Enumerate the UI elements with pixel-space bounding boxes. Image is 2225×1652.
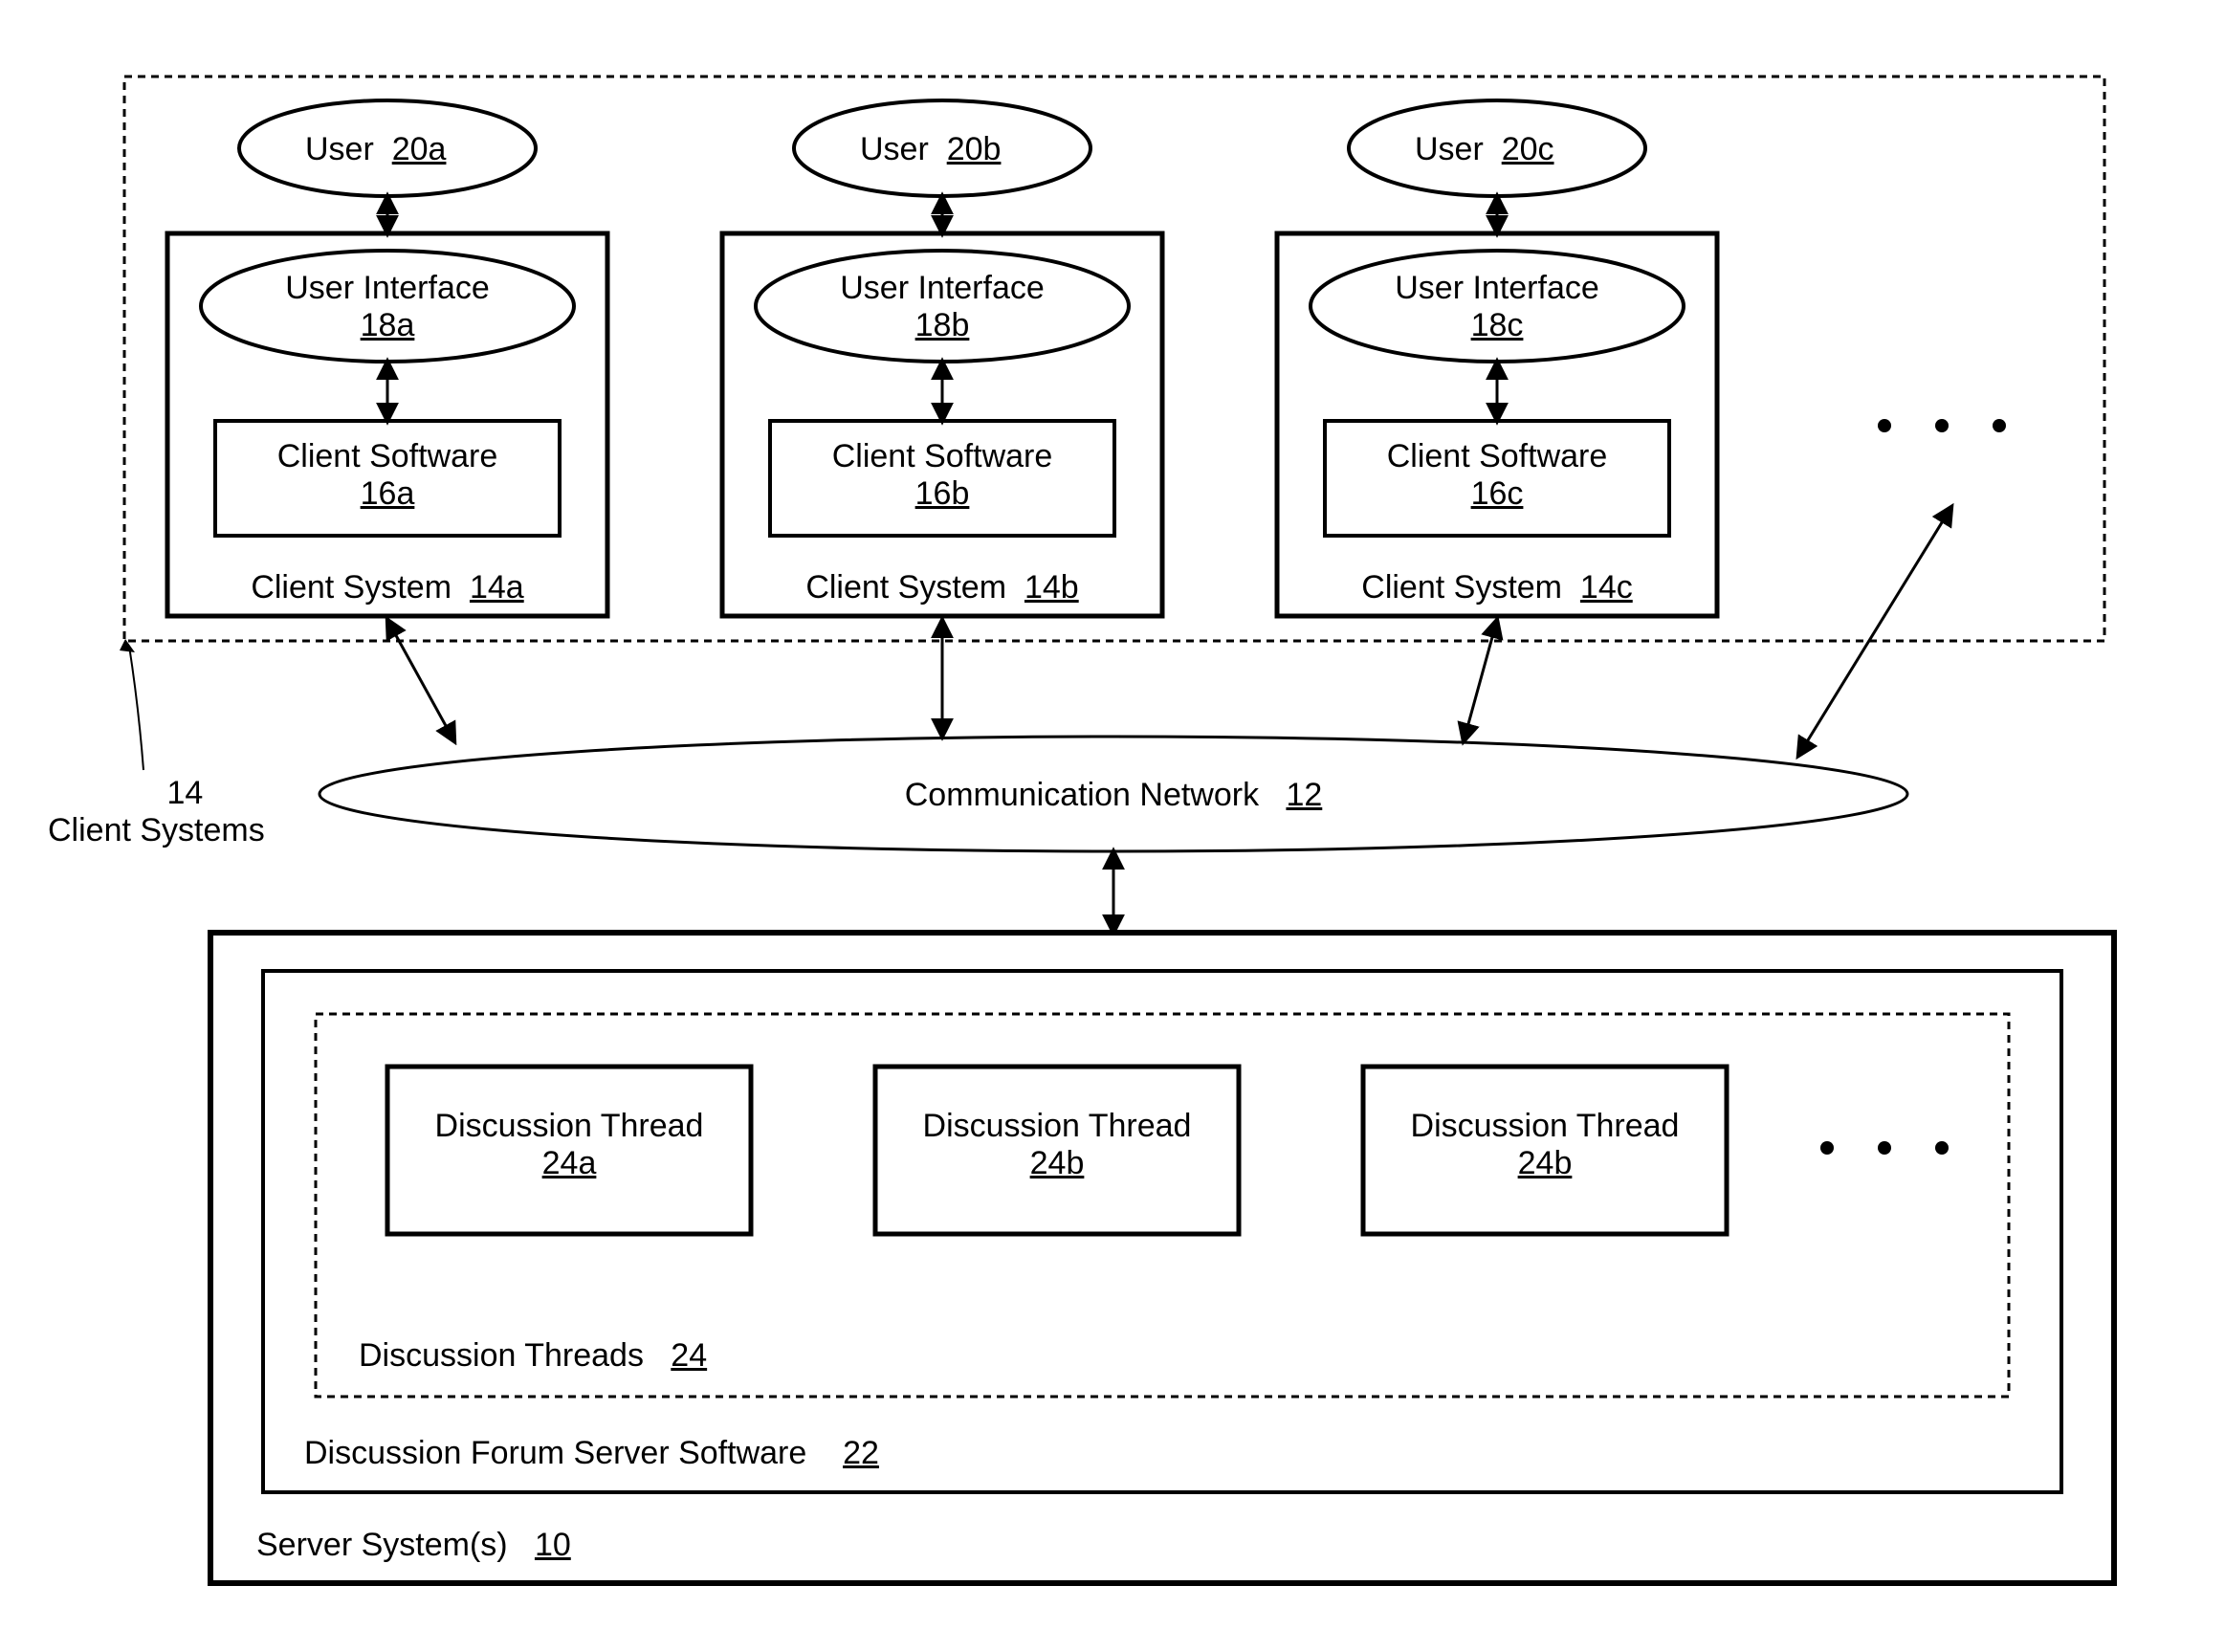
user-text: User bbox=[305, 131, 374, 167]
cs-ref: 16b bbox=[915, 475, 970, 512]
network-ref: 12 bbox=[1286, 777, 1322, 813]
thread-text: Discussion Thread bbox=[435, 1108, 704, 1144]
clientsys-label-c: Client System 14c bbox=[1277, 569, 1717, 606]
ui-label-c: User Interface18c bbox=[1390, 270, 1604, 344]
user-label-a: User 20a bbox=[305, 131, 446, 168]
threads-group-text: Discussion Threads bbox=[359, 1337, 644, 1374]
server-software-label: Discussion Forum Server Software 22 bbox=[304, 1435, 879, 1472]
user-text: User bbox=[860, 131, 929, 167]
clientsys-ref: 14a bbox=[470, 569, 524, 606]
ui-ref: 18b bbox=[915, 307, 970, 343]
threads-group-label: Discussion Threads 24 bbox=[359, 1337, 707, 1375]
cs-text: Client Software bbox=[832, 438, 1053, 474]
network-label: Communication Network 12 bbox=[319, 777, 1907, 814]
cs-label-b: Client Software16b bbox=[770, 438, 1114, 513]
clientsys-ref: 14b bbox=[1024, 569, 1079, 606]
user-label-c: User 20c bbox=[1415, 131, 1554, 168]
server-systems-ref: 10 bbox=[535, 1527, 571, 1563]
ui-text: User Interface bbox=[1395, 270, 1599, 306]
thread-ref: 24a bbox=[542, 1145, 597, 1181]
server-software-ref: 22 bbox=[843, 1435, 879, 1471]
cs-label-a: Client Software16a bbox=[215, 438, 560, 513]
ui-ref: 18c bbox=[1471, 307, 1524, 343]
ui-text: User Interface bbox=[840, 270, 1045, 306]
user-ref: 20c bbox=[1502, 131, 1554, 167]
server-systems-label: Server System(s) 10 bbox=[256, 1527, 571, 1564]
clientsys-text: Client System bbox=[251, 569, 452, 606]
thread-ref: 24b bbox=[1518, 1145, 1573, 1181]
ui-label-a: User Interface18a bbox=[280, 270, 495, 344]
thread-label-a: Discussion Thread24a bbox=[387, 1108, 751, 1182]
client-systems-text: Client Systems bbox=[48, 812, 265, 849]
ui-text: User Interface bbox=[285, 270, 490, 306]
clientsys-text: Client System bbox=[805, 569, 1006, 606]
server-systems-text: Server System(s) bbox=[256, 1527, 508, 1563]
server-software-text: Discussion Forum Server Software bbox=[304, 1435, 806, 1471]
clientsys-text: Client System bbox=[1361, 569, 1562, 606]
cs-label-c: Client Software16c bbox=[1325, 438, 1669, 513]
client-systems-num: 14 bbox=[166, 775, 203, 811]
cs-ref: 16a bbox=[361, 475, 415, 512]
user-text: User bbox=[1415, 131, 1484, 167]
clientsys-ref: 14c bbox=[1580, 569, 1633, 606]
thread-label-c: Discussion Thread24b bbox=[1363, 1108, 1727, 1182]
threads-group-ref: 24 bbox=[671, 1337, 707, 1374]
cs-ref: 16c bbox=[1471, 475, 1524, 512]
clientsys-label-a: Client System 14a bbox=[167, 569, 607, 606]
ui-label-b: User Interface18b bbox=[835, 270, 1049, 344]
thread-label-b: Discussion Thread24b bbox=[875, 1108, 1239, 1182]
user-ref: 20b bbox=[947, 131, 1002, 167]
client-systems-ref: 14 Client Systems bbox=[105, 775, 265, 849]
clientsys-label-b: Client System 14b bbox=[722, 569, 1162, 606]
network-text: Communication Network bbox=[905, 777, 1259, 813]
cs-text: Client Software bbox=[1387, 438, 1608, 474]
thread-text: Discussion Thread bbox=[1411, 1108, 1680, 1144]
thread-ref: 24b bbox=[1030, 1145, 1085, 1181]
cs-text: Client Software bbox=[277, 438, 498, 474]
user-ref: 20a bbox=[392, 131, 447, 167]
thread-text: Discussion Thread bbox=[923, 1108, 1192, 1144]
ui-ref: 18a bbox=[361, 307, 415, 343]
user-label-b: User 20b bbox=[860, 131, 1001, 168]
